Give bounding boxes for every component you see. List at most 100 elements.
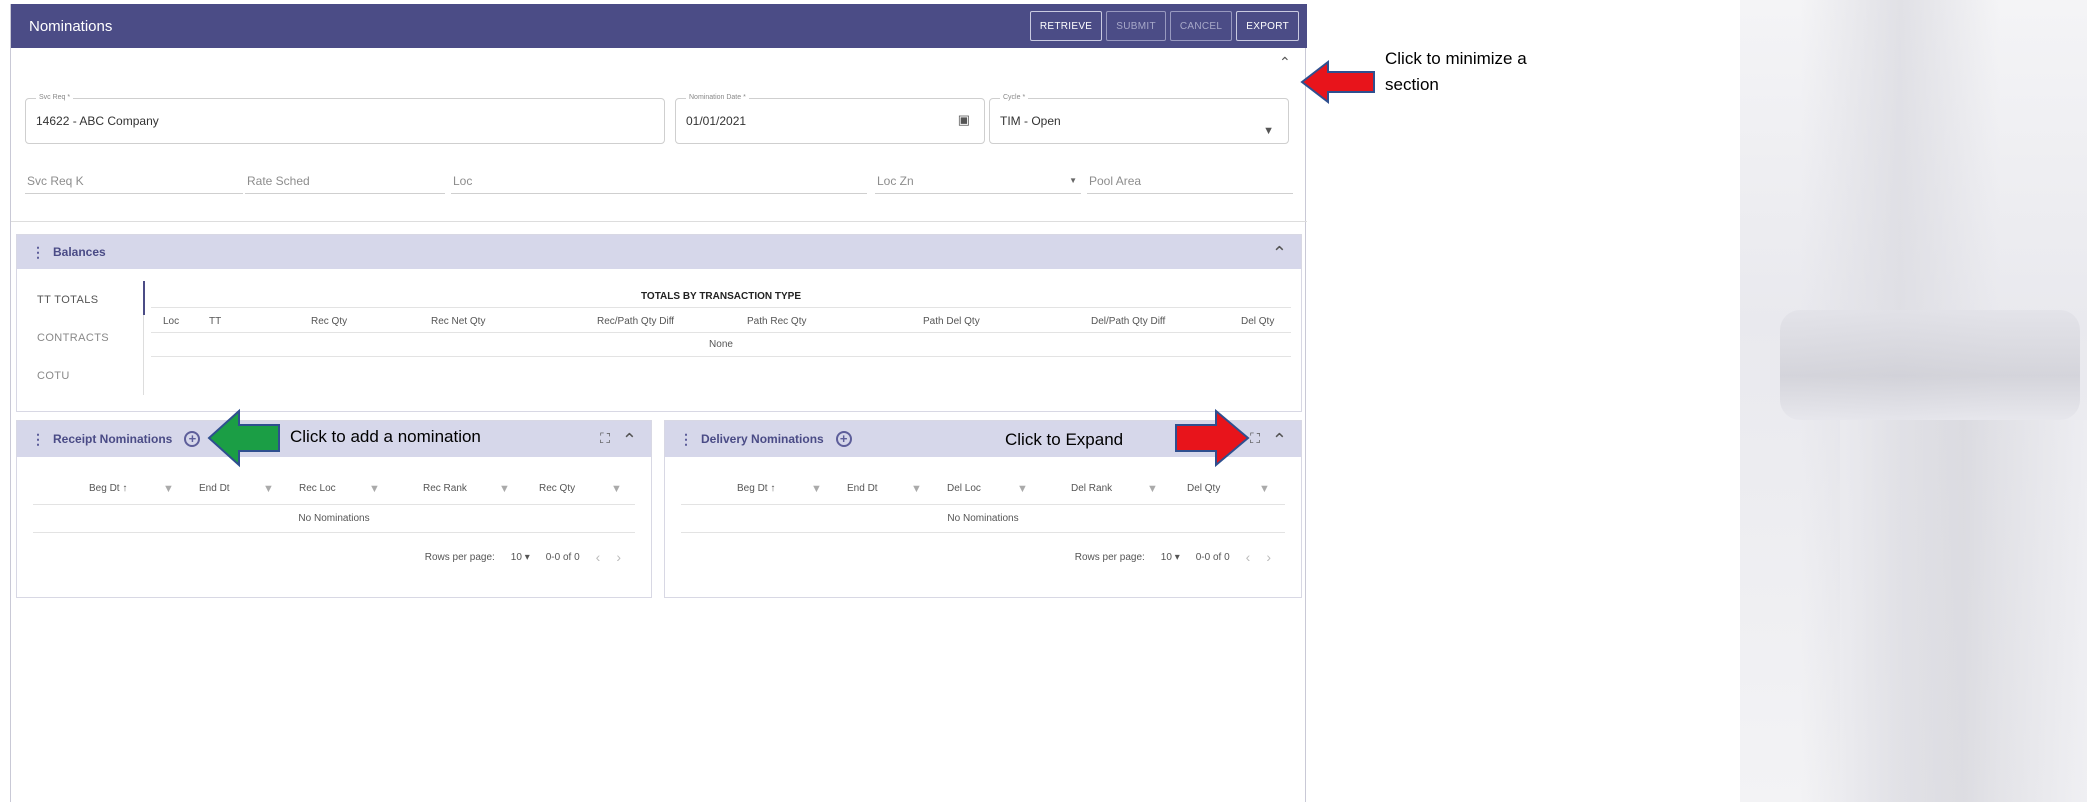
filter-icon[interactable]: ▼ [499,483,510,495]
expand-annotation: Click to Expand [1005,430,1124,449]
delivery-pager: Rows per page: 10 ▾ 0-0 of 0 ‹ › [1075,549,1271,565]
column-header-tt: TT [209,316,222,327]
pool-area-placeholder: Pool Area [1089,174,1142,188]
rows-per-page-value: 10 [510,551,522,563]
filter-icon[interactable]: ▼ [1147,483,1158,495]
rows-per-page-value: 10 [1160,551,1172,563]
pipe-graphic-lower [1840,420,2087,802]
rate-sched-placeholder: Rate Sched [247,174,310,188]
column-header-path-rec-qty: Path Rec Qty [747,316,807,327]
svc-req-k-field[interactable]: Svc Req K [25,170,243,194]
column-header-del-qty: Del Qty [1241,316,1275,327]
balances-side-tabs: TT TOTALS CONTRACTS COTU [27,281,149,395]
column-header-del-path-qty-diff: Del/Path Qty Diff [1091,316,1166,327]
flange-graphic [1780,310,2080,420]
page-range: 0-0 of 0 [545,551,580,563]
loc-zn-placeholder: Loc Zn [877,174,914,188]
rows-per-page-select[interactable]: 10 ▾ [511,552,530,563]
minimize-annotation: Click to minimize a section [1385,49,1527,94]
column-header-rec-path-qty-diff: Rec/Path Qty Diff [597,316,675,327]
column-header-end-dt[interactable]: End Dt [199,483,230,494]
svc-req-k-placeholder: Svc Req K [27,174,84,188]
minimize-arrow-icon [1300,59,1375,105]
tab-cotu[interactable]: COTU [27,357,149,395]
collapse-icon[interactable]: ⌃ [622,430,637,451]
empty-state: No Nominations [33,505,635,533]
svc-req-field[interactable]: Svc Req * 14622 - ABC Company [25,94,665,144]
column-header-rec-loc[interactable]: Rec Loc [299,483,336,494]
prev-page-icon[interactable]: ‹ [596,549,601,565]
next-page-icon[interactable]: › [616,549,621,565]
column-header-beg-dt[interactable]: Beg Dt ↑ [737,483,775,494]
nomination-date-value: 01/01/2021 [686,114,747,128]
balances-card-header: ⋮ Balances ⌃ [17,235,1301,269]
cancel-button[interactable]: CANCEL [1169,11,1233,41]
calendar-icon[interactable]: ▣ [958,112,970,128]
tab-tt-totals[interactable]: TT TOTALS [27,281,149,319]
filter-icon[interactable]: ▼ [611,483,622,495]
expand-arrow-icon [1175,408,1250,468]
nomination-date-label: Nomination Date * [686,94,749,101]
rows-per-page-label: Rows per page: [1074,551,1145,563]
cycle-select[interactable]: Cycle * TIM - Open ▼ [989,94,1289,144]
export-button[interactable]: EXPORT [1236,11,1299,41]
delivery-table-header: Beg Dt ↑ ▼ End Dt ▼ Del Loc ▼ Del Rank ▼… [681,473,1285,505]
column-header-del-rank[interactable]: Del Rank [1071,483,1112,494]
column-header-del-qty[interactable]: Del Qty [1187,483,1220,494]
totals-table-header: Loc TT Rec Qty Rec Net Qty Rec/Path Qty … [151,307,1291,333]
filter-icon[interactable]: ▼ [163,483,174,495]
filter-icon[interactable]: ▼ [1017,483,1028,495]
page-title: Nominations [29,17,113,35]
tab-divider [143,315,144,395]
cycle-label: Cycle * [1000,94,1029,101]
cycle-value: TIM - Open [1000,114,1061,128]
drag-handle-icon[interactable]: ⋮ [31,431,45,448]
receipt-pager: Rows per page: 10 ▾ 0-0 of 0 ‹ › [425,549,621,565]
rows-per-page-select[interactable]: 10 ▾ [1161,552,1180,563]
collapse-filters-icon[interactable]: ⌃ [1279,54,1291,71]
totals-caption: TOTALS BY TRANSACTION TYPE [640,291,801,302]
delivery-title: Delivery Nominations [701,432,824,446]
empty-state: None [151,333,1291,357]
rate-sched-field[interactable]: Rate Sched [245,170,445,194]
submit-button[interactable]: SUBMIT [1106,11,1166,41]
next-page-icon[interactable]: › [1266,549,1271,565]
add-nomination-icon[interactable]: + [835,431,852,447]
loc-zn-select[interactable]: Loc Zn ▼ [875,170,1081,194]
tab-contracts[interactable]: CONTRACTS [27,319,149,357]
retrieve-button[interactable]: RETRIEVE [1029,11,1103,41]
filter-icon[interactable]: ▼ [263,483,274,495]
filter-icon[interactable]: ▼ [911,483,922,495]
expand-icon[interactable]: ⛶ [600,430,610,451]
loc-field[interactable]: Loc [451,170,867,194]
balances-card: ⋮ Balances ⌃ TT TOTALS CONTRACTS COTU TO… [16,234,1302,412]
dropdown-arrow-icon[interactable]: ▼ [1069,176,1077,185]
filter-section: ⌃ Svc Req * 14622 - ABC Company Nominati… [11,48,1307,222]
dropdown-arrow-icon[interactable]: ▼ [1263,125,1274,137]
drag-handle-icon[interactable]: ⋮ [679,431,693,448]
filter-icon[interactable]: ▼ [1259,483,1270,495]
balances-card-title: Balances [53,245,106,259]
drag-handle-icon[interactable]: ⋮ [31,244,45,261]
column-header-del-loc[interactable]: Del Loc [947,483,981,494]
add-arrow-icon [207,408,280,468]
prev-page-icon[interactable]: ‹ [1246,549,1251,565]
column-header-end-dt[interactable]: End Dt [847,483,878,494]
pool-area-field[interactable]: Pool Area [1087,170,1293,194]
collapse-icon[interactable]: ⌃ [1272,430,1287,451]
column-header-rec-rank[interactable]: Rec Rank [423,483,467,494]
nomination-date-field[interactable]: Nomination Date * 01/01/2021 ▣ [675,94,985,144]
top-bar: Nominations RETRIEVE SUBMIT CANCEL EXPOR… [11,4,1307,48]
filter-icon[interactable]: ▼ [811,483,822,495]
collapse-icon[interactable]: ⌃ [1272,243,1287,264]
rows-per-page-label: Rows per page: [424,551,495,563]
background-decoration [1740,0,2087,802]
page-range: 0-0 of 0 [1195,551,1230,563]
column-header-rec-qty[interactable]: Rec Qty [539,483,575,494]
add-nomination-icon[interactable]: + [184,431,201,447]
loc-placeholder: Loc [453,174,473,188]
toolbar-actions: RETRIEVE SUBMIT CANCEL EXPORT [1029,11,1299,41]
column-header-beg-dt[interactable]: Beg Dt ↑ [89,483,127,494]
filter-icon[interactable]: ▼ [369,483,380,495]
column-header-rec-qty: Rec Qty [311,316,348,327]
